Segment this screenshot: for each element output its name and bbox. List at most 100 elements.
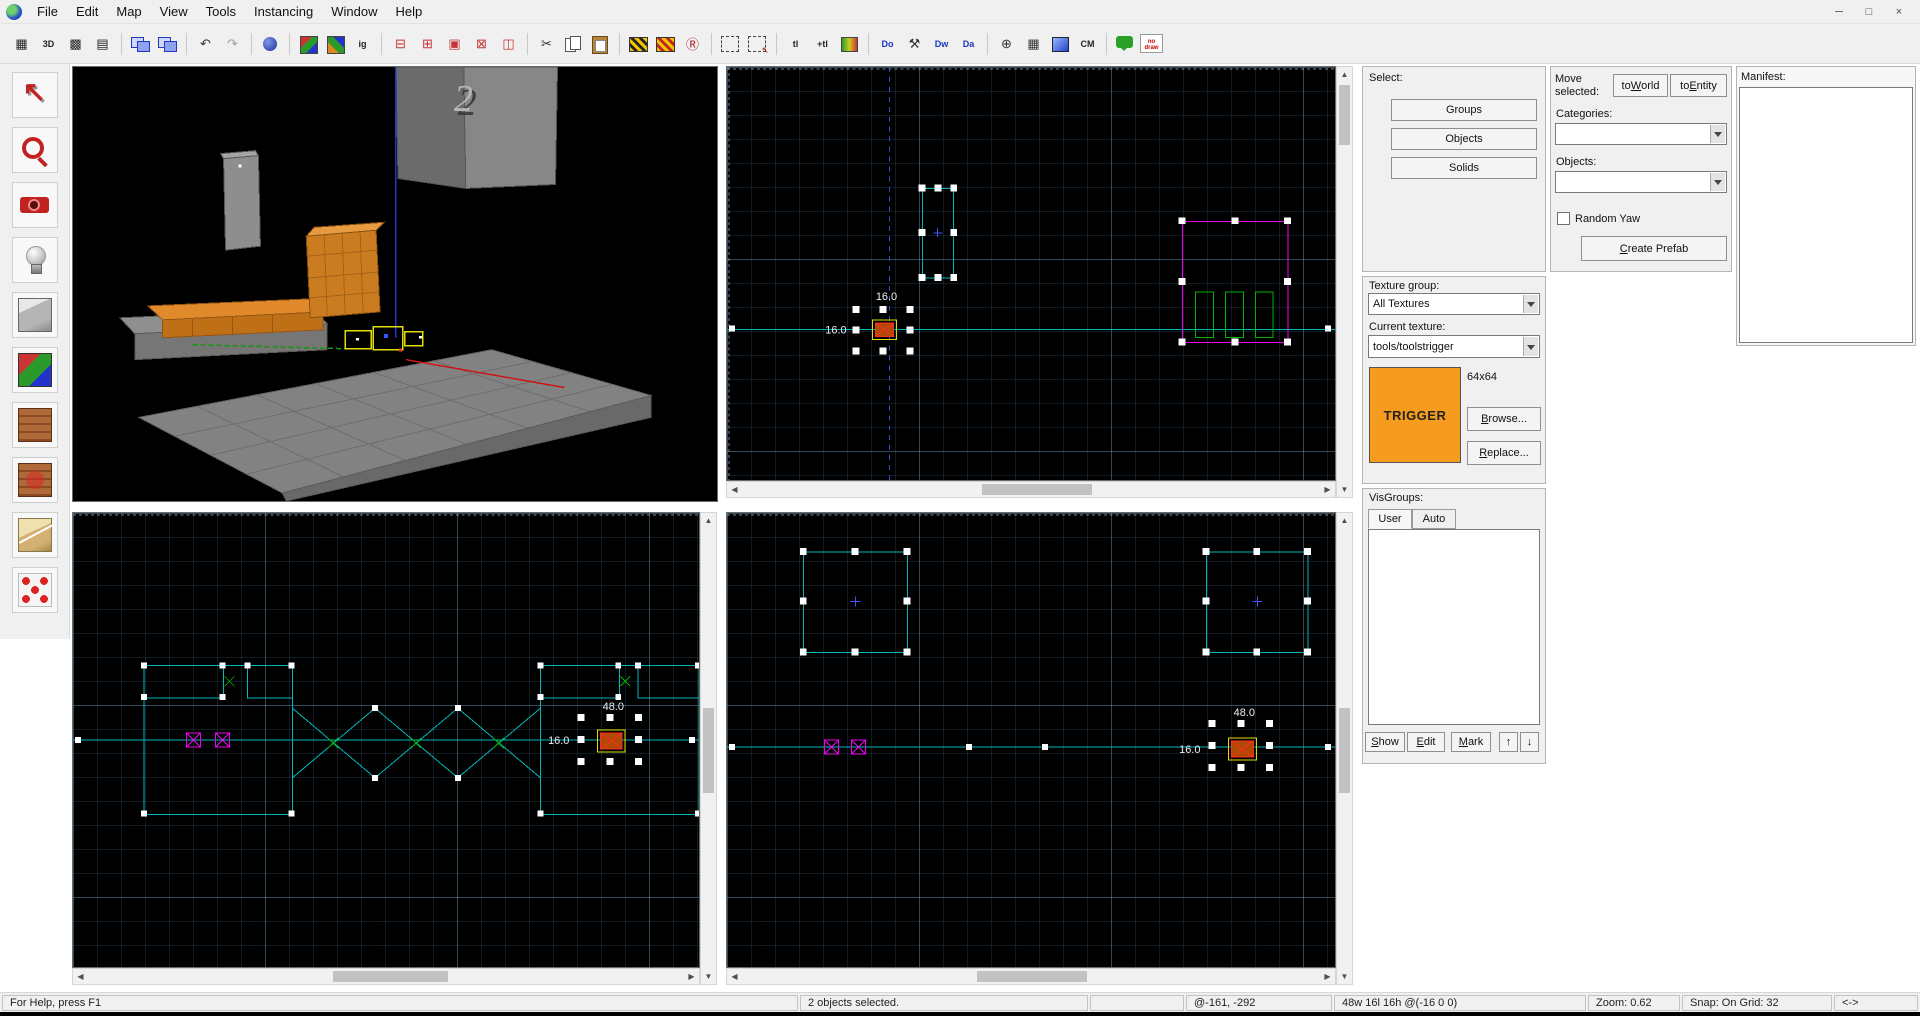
replace-button[interactable]: Replace... — [1467, 441, 1541, 465]
menu-item-window[interactable]: Window — [322, 0, 386, 24]
texture-lock-toggle-icon[interactable]: tl — [783, 32, 808, 56]
menu-item-help[interactable]: Help — [386, 0, 431, 24]
viewport-3d[interactable]: 2 2 — [72, 66, 718, 502]
center-models-icon[interactable]: CM — [1075, 32, 1100, 56]
redo-icon[interactable]: ↷ — [220, 32, 245, 56]
vertical-scrollbar[interactable] — [1336, 512, 1353, 985]
apply-current-texture-icon[interactable] — [11, 402, 58, 448]
magnify-tool-icon[interactable] — [11, 127, 58, 173]
scroll-left-icon[interactable] — [727, 969, 742, 984]
selected-object-side[interactable]: 48.0 16.0 — [1179, 707, 1274, 771]
horizontal-scrollbar[interactable] — [726, 968, 1336, 985]
vertical-scrollbar[interactable] — [1336, 66, 1353, 498]
viewport-side-canvas[interactable]: 48.0 16.0 — [727, 513, 1335, 967]
manifest-list[interactable] — [1739, 87, 1913, 343]
menu-item-file[interactable]: File — [28, 0, 67, 24]
scroll-thumb[interactable] — [982, 484, 1092, 495]
texture-scaling-toggle-icon[interactable]: +tl — [810, 32, 835, 56]
paste-icon[interactable] — [588, 32, 613, 56]
texture-lock-icon[interactable] — [296, 32, 321, 56]
run-map-icon[interactable] — [258, 32, 283, 56]
show-button[interactable]: Show — [1365, 732, 1405, 752]
brush-outline-top[interactable] — [918, 184, 958, 281]
scroll-right-icon[interactable] — [1320, 482, 1335, 497]
viewport-3d-canvas[interactable]: 2 2 — [73, 67, 717, 501]
viewport-front-canvas[interactable]: 48.0 16.0 — [73, 513, 699, 967]
selection-tool-icon[interactable] — [11, 72, 58, 118]
cut-icon[interactable]: ✂ — [534, 32, 559, 56]
to-entity-button[interactable]: to Entity — [1670, 74, 1727, 97]
smaller-grid-icon[interactable]: ▩ — [63, 32, 88, 56]
minimize-button[interactable]: ─ — [1824, 2, 1854, 22]
scroll-down-icon[interactable] — [701, 969, 716, 984]
visgroups-list[interactable] — [1368, 529, 1540, 725]
entity-tool-icon[interactable] — [11, 237, 58, 283]
browse-button[interactable]: Browse... — [1467, 407, 1541, 431]
mark-button[interactable]: Mark — [1451, 732, 1491, 752]
block-tool-icon[interactable] — [11, 292, 58, 338]
fade-preview-icon[interactable] — [837, 32, 862, 56]
copy-icon[interactable] — [561, 32, 586, 56]
tall-wall-brush[interactable]: 2 2 — [395, 67, 558, 190]
clipping-tool-icon[interactable] — [11, 512, 58, 558]
texture-application-icon[interactable] — [626, 32, 651, 56]
scroll-left-icon[interactable] — [727, 482, 742, 497]
sculpt-tool-icon[interactable]: ⚒ — [902, 32, 927, 56]
hollow-icon[interactable]: ⊞ — [415, 32, 440, 56]
vertex-tool-icon[interactable] — [11, 567, 58, 613]
radius-culling-icon[interactable]: Ⓡ — [680, 32, 705, 56]
save-window-state-icon[interactable] — [155, 32, 180, 56]
menu-item-view[interactable]: View — [151, 0, 197, 24]
maximize-button[interactable]: □ — [1854, 2, 1884, 22]
replace-textures-icon[interactable] — [653, 32, 678, 56]
menu-item-tools[interactable]: Tools — [197, 0, 245, 24]
scroll-down-icon[interactable] — [1337, 969, 1352, 984]
group-icon[interactable]: ▣ — [442, 32, 467, 56]
select-objects-button[interactable]: Objects — [1391, 128, 1537, 150]
toggle-group-ignore-icon[interactable]: ◫ — [496, 32, 521, 56]
carve-icon[interactable]: ⊟ — [388, 32, 413, 56]
toggle-3d-grid-icon[interactable]: 3D — [36, 32, 61, 56]
viewport-top[interactable]: 16.0 16.0 — [726, 66, 1336, 481]
display-objects-icon[interactable]: Do — [875, 32, 900, 56]
create-prefab-button[interactable]: Create Prefab — [1581, 236, 1727, 261]
ungroup-icon[interactable]: ⊠ — [469, 32, 494, 56]
selected-object-top[interactable]: 16.0 16.0 — [825, 291, 914, 355]
load-window-state-icon[interactable] — [128, 32, 153, 56]
texture-application-tool-icon[interactable] — [11, 347, 58, 393]
texture-group-dropdown[interactable]: All Textures — [1368, 293, 1540, 315]
scroll-up-icon[interactable] — [1337, 513, 1352, 528]
select-box-icon[interactable] — [718, 32, 743, 56]
apply-decals-icon[interactable] — [11, 457, 58, 503]
tab-user[interactable]: User — [1368, 509, 1412, 529]
menu-item-instancing[interactable]: Instancing — [245, 0, 322, 24]
horizontal-scrollbar[interactable] — [726, 481, 1336, 498]
ignore-groups-icon[interactable]: ig — [350, 32, 375, 56]
larger-grid-icon[interactable]: ▤ — [90, 32, 115, 56]
scroll-left-icon[interactable] — [73, 969, 88, 984]
scroll-thumb[interactable] — [1339, 708, 1350, 793]
texture-preview[interactable]: TRIGGER — [1369, 367, 1461, 463]
viewport-top-canvas[interactable]: 16.0 16.0 — [727, 67, 1335, 480]
display-areas-icon[interactable]: Da — [956, 32, 981, 56]
small-wall-brush[interactable] — [219, 150, 261, 251]
undo-icon[interactable]: ↶ — [193, 32, 218, 56]
no-draw-icon[interactable]: no draw — [1140, 34, 1163, 53]
overlay-grid-icon[interactable]: ▦ — [1021, 32, 1046, 56]
current-texture-dropdown[interactable]: tools/toolstrigger — [1368, 335, 1540, 358]
square-brush-b[interactable] — [1202, 547, 1312, 656]
scroll-up-icon[interactable] — [1337, 67, 1352, 82]
close-button[interactable]: × — [1884, 2, 1914, 22]
scroll-down-icon[interactable] — [1337, 482, 1352, 497]
sphere-grid-icon[interactable]: ⊕ — [994, 32, 1019, 56]
scroll-thumb[interactable] — [977, 971, 1087, 982]
categories-dropdown[interactable] — [1555, 123, 1727, 145]
scroll-right-icon[interactable] — [1320, 969, 1335, 984]
tab-auto[interactable]: Auto — [1412, 509, 1456, 529]
scroll-thumb[interactable] — [703, 708, 714, 793]
select-groups-button[interactable]: Groups — [1391, 99, 1537, 121]
scroll-right-icon[interactable] — [684, 969, 699, 984]
move-down-button[interactable]: ↓ — [1520, 732, 1539, 752]
viewport-side[interactable]: 48.0 16.0 — [726, 512, 1336, 968]
vertical-scrollbar[interactable] — [700, 512, 717, 985]
